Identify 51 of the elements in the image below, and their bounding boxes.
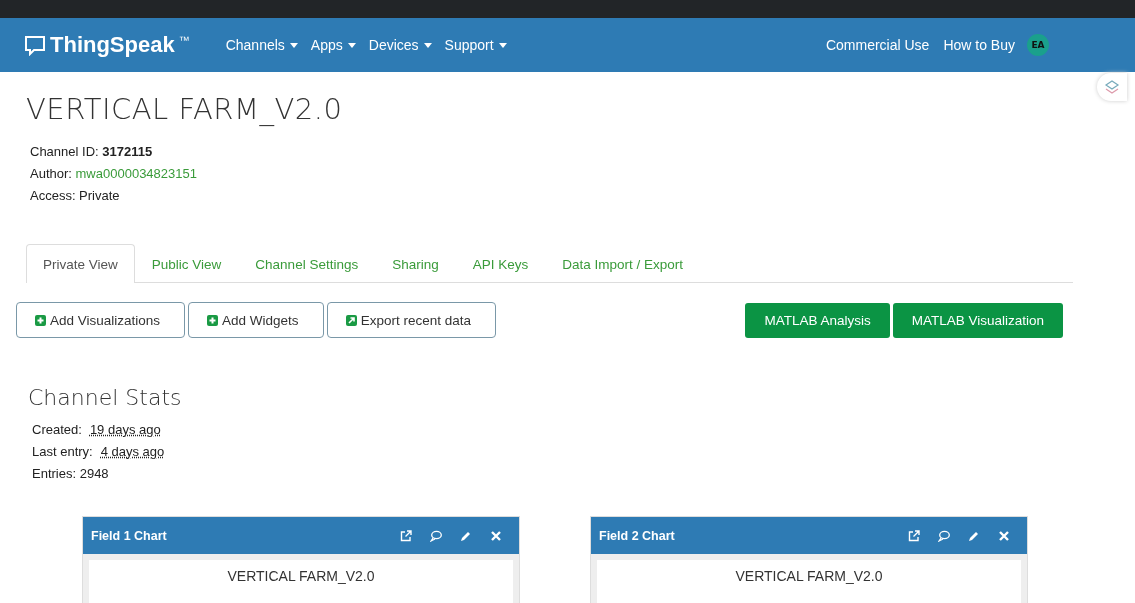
caret-icon bbox=[423, 42, 432, 48]
pencil-icon[interactable] bbox=[968, 529, 980, 542]
chart-title: VERTICAL FARM_V2.0 bbox=[227, 568, 375, 586]
tab[interactable]: Data Import / Export bbox=[545, 244, 701, 283]
tab[interactable]: Public View bbox=[134, 244, 239, 283]
section-title: Channel Stats bbox=[28, 385, 183, 410]
matlab-button[interactable]: MATLAB Analysis bbox=[745, 302, 890, 338]
last-entry-value: 4 days ago bbox=[100, 444, 165, 459]
action-button[interactable]: Add Widgets bbox=[188, 302, 324, 338]
tab[interactable]: Sharing bbox=[375, 244, 456, 283]
chart-header: Field 1 Chart bbox=[83, 517, 519, 554]
created-value: 19 days ago bbox=[89, 422, 161, 437]
nav-menu[interactable]: Channels bbox=[225, 37, 298, 53]
nav-menu[interactable]: Devices bbox=[368, 37, 432, 53]
caret-icon bbox=[289, 42, 298, 48]
entries-count: Entries: 2948 bbox=[32, 466, 110, 481]
channel-title: VERTICAL FARM_V2.0 bbox=[26, 92, 344, 126]
author-link[interactable]: mwa0000034823151 bbox=[75, 166, 197, 181]
plus-icon bbox=[207, 314, 219, 326]
tab[interactable]: Private View bbox=[26, 244, 135, 283]
layers-icon bbox=[1104, 79, 1120, 95]
chart-header: Field 2 Chart bbox=[591, 517, 1027, 554]
export-icon bbox=[345, 314, 357, 326]
comment-icon[interactable] bbox=[430, 529, 442, 542]
comment-icon[interactable] bbox=[938, 529, 950, 542]
brand-logo[interactable]: ThingSpeak ™ bbox=[24, 32, 190, 58]
tab[interactable]: Channel Settings bbox=[238, 244, 376, 283]
nav-link[interactable]: How to Buy bbox=[943, 37, 1015, 53]
external-link-icon[interactable] bbox=[908, 529, 920, 542]
close-icon[interactable] bbox=[490, 529, 502, 542]
pencil-icon[interactable] bbox=[460, 529, 472, 542]
close-icon[interactable] bbox=[998, 529, 1010, 542]
external-link-icon[interactable] bbox=[400, 529, 412, 542]
matlab-button[interactable]: MATLAB Visualization bbox=[892, 302, 1063, 338]
chart-title: VERTICAL FARM_V2.0 bbox=[735, 568, 883, 586]
tab[interactable]: API Keys bbox=[455, 244, 546, 283]
nav-menu[interactable]: Apps bbox=[310, 37, 356, 53]
user-avatar[interactable]: EA bbox=[1027, 34, 1049, 56]
channel-author: Author: mwa0000034823151 bbox=[30, 166, 198, 181]
caret-icon bbox=[498, 42, 507, 48]
action-button[interactable]: Export recent data bbox=[326, 302, 496, 338]
created-label: Created: bbox=[32, 422, 82, 437]
plus-icon bbox=[35, 314, 46, 326]
action-button[interactable]: Add Visualizations bbox=[16, 302, 186, 338]
caret-icon bbox=[347, 42, 356, 48]
nav-link[interactable]: Commercial Use bbox=[825, 37, 930, 53]
last-entry-label: Last entry: bbox=[32, 444, 93, 459]
channel-access: Access: Private bbox=[30, 188, 121, 203]
speech-bubble-icon bbox=[24, 34, 46, 56]
channel-id: Channel ID: 3172115 bbox=[30, 144, 154, 159]
nav-menu[interactable]: Support bbox=[444, 37, 507, 53]
